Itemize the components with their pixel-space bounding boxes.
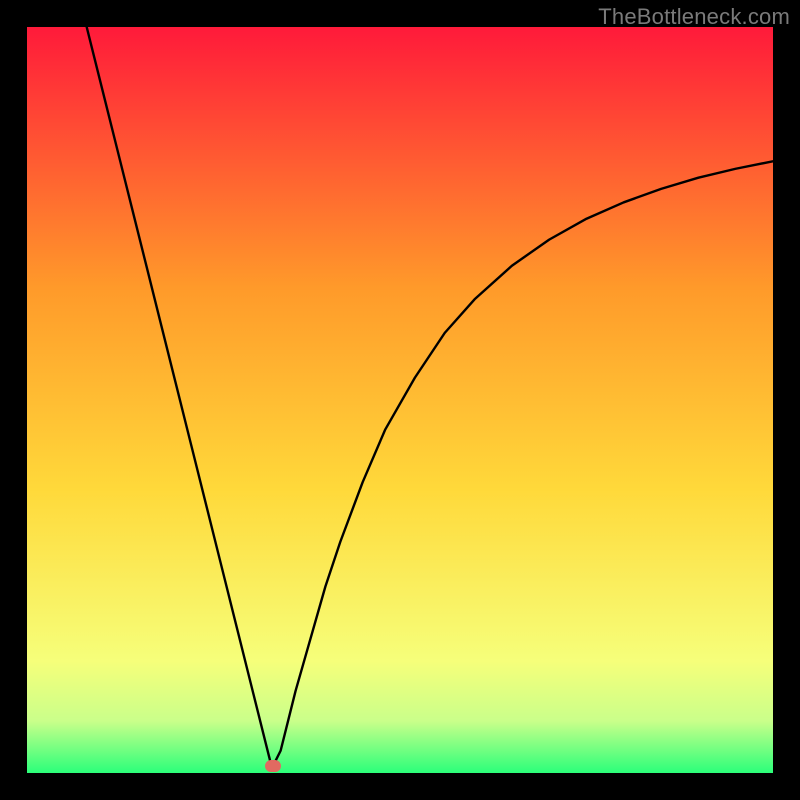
watermark-label: TheBottleneck.com bbox=[598, 4, 790, 30]
chart-frame: TheBottleneck.com bbox=[0, 0, 800, 800]
optimal-point-marker bbox=[265, 760, 281, 772]
plot-area bbox=[27, 27, 773, 773]
bottleneck-plot bbox=[27, 27, 773, 773]
gradient-background bbox=[27, 27, 773, 773]
